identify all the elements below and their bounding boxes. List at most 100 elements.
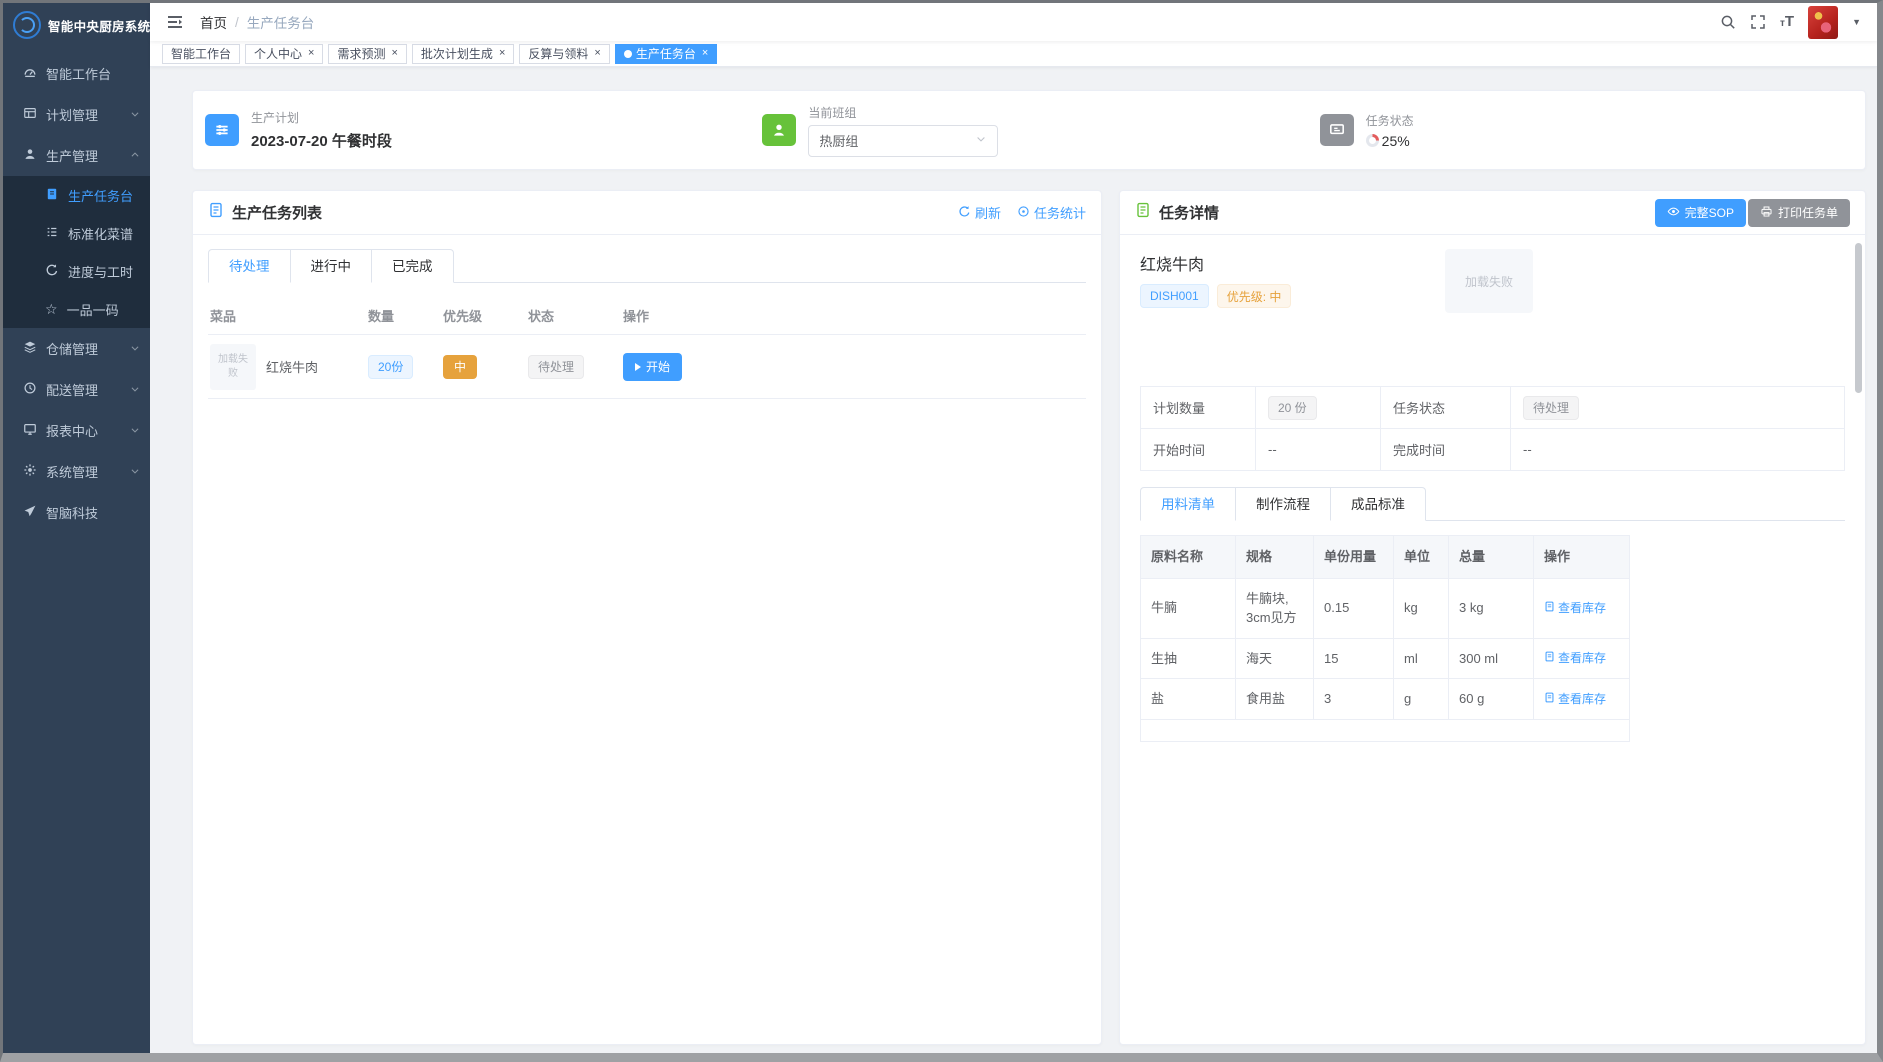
sidebar-item-system-management[interactable]: 系统管理	[3, 451, 150, 492]
task-status-tag: 待处理	[1523, 396, 1579, 420]
document-icon	[1544, 599, 1555, 617]
sidebar-item-smart-workbench[interactable]: 智能工作台	[3, 53, 150, 94]
close-icon[interactable]: ×	[391, 48, 397, 59]
tab-ingredients[interactable]: 用料清单	[1140, 487, 1236, 521]
table-row: 牛腩 牛腩块, 3cm见方 0.15 kg 3 kg 查看库存	[1141, 579, 1629, 639]
plan-label: 生产计划	[251, 109, 392, 126]
fullscreen-icon[interactable]	[1750, 14, 1766, 30]
font-size-icon[interactable]: тT	[1780, 14, 1794, 30]
ingredients-table: 原料名称 规格 单份用量 单位 总量 操作 牛腩 牛腩块, 3cm见方 0.15	[1140, 535, 1630, 742]
tab-in-progress[interactable]: 进行中	[291, 249, 373, 283]
tag-production-task-board[interactable]: 生产任务台 ×	[615, 44, 717, 64]
close-icon[interactable]: ×	[594, 48, 600, 59]
tab-process[interactable]: 制作流程	[1236, 487, 1331, 521]
tab-product-standard[interactable]: 成品标准	[1331, 487, 1426, 521]
detail-tabs: 用料清单 制作流程 成品标准	[1140, 487, 1845, 521]
print-task-button[interactable]: 打印任务单	[1748, 199, 1850, 227]
sidebar-item-delivery-management[interactable]: 配送管理	[3, 369, 150, 410]
team-select[interactable]: 热厨组	[808, 125, 998, 157]
plan-qty-tag: 20 份	[1268, 396, 1317, 420]
app-window: 智能中央厨房系统 智能工作台 计划管理 生产管理 生产任务台	[0, 0, 1883, 1062]
detail-image-placeholder: 加载失败	[1445, 249, 1533, 313]
task-detail-actions: 完整SOP 打印任务单	[1655, 199, 1850, 227]
tag-personal-center[interactable]: 个人中心 ×	[245, 44, 323, 64]
task-table-header: 菜品 数量 优先级 状态 操作	[208, 297, 1086, 335]
sidebar-item-one-item-one-code[interactable]: ☆ 一品一码	[3, 290, 150, 328]
view-stock-link[interactable]: 查看库存	[1544, 599, 1606, 617]
user-badge-icon	[762, 114, 796, 146]
refresh-button[interactable]: 刷新	[958, 203, 1001, 222]
sidebar-collapse-icon[interactable]	[166, 13, 184, 31]
sliders-icon	[205, 114, 239, 146]
ingredient-name: 盐	[1141, 679, 1236, 720]
breadcrumb-home[interactable]: 首页	[200, 12, 227, 32]
sidebar-item-label: 配送管理	[46, 380, 121, 399]
tag-back-calc[interactable]: 反算与领料 ×	[519, 44, 609, 64]
avatar[interactable]	[1808, 6, 1838, 39]
sidebar-item-label: 报表中心	[46, 421, 121, 440]
start-button[interactable]: 开始	[623, 353, 682, 381]
col-action: 操作	[623, 306, 738, 325]
ingredient-unit: ml	[1394, 639, 1449, 680]
sidebar-submenu-production: 生产任务台 标准化菜谱 进度与工时 ☆ 一品一码	[3, 176, 150, 328]
breadcrumb-current: 生产任务台	[247, 12, 315, 32]
tab-completed[interactable]: 已完成	[372, 249, 454, 283]
sidebar-item-label: 一品一码	[67, 300, 119, 319]
table-row: 盐 食用盐 3 g 60 g 查看库存	[1141, 679, 1629, 720]
clock-icon	[23, 381, 37, 398]
sidebar-item-warehouse-management[interactable]: 仓储管理	[3, 328, 150, 369]
action-cell: 查看库存	[1534, 579, 1629, 639]
task-detail-header: 任务详情 完整SOP 打印任务单	[1120, 191, 1865, 235]
sidebar-item-standard-recipes[interactable]: 标准化菜谱	[3, 214, 150, 252]
printer-icon	[1760, 205, 1773, 221]
task-table: 菜品 数量 优先级 状态 操作 加载失败 红烧牛肉	[208, 297, 1086, 399]
sidebar-item-label: 仓储管理	[46, 339, 121, 358]
start-label: 开始	[646, 358, 670, 375]
close-icon[interactable]: ×	[308, 48, 314, 59]
sidebar-item-production-task-board[interactable]: 生产任务台	[3, 176, 150, 214]
tag-batch-plan[interactable]: 批次计划生成 ×	[412, 44, 514, 64]
tag-demand-forecast[interactable]: 需求预测 ×	[328, 44, 406, 64]
ingredient-total: 3 kg	[1449, 579, 1534, 639]
sidebar-item-production-management[interactable]: 生产管理	[3, 135, 150, 176]
overview-team: 当前班组 热厨组	[750, 91, 1307, 169]
scrollbar-thumb[interactable]	[1855, 243, 1862, 393]
table-footer-empty	[1141, 720, 1629, 742]
tag-label: 生产任务台	[636, 45, 696, 62]
task-stats-button[interactable]: 任务统计	[1017, 203, 1086, 222]
status-tag: 待处理	[528, 355, 584, 379]
user-icon	[23, 147, 37, 164]
tab-pending[interactable]: 待处理	[208, 249, 291, 283]
plan-qty-label: 计划数量	[1141, 387, 1256, 429]
sidebar-item-label: 计划管理	[46, 105, 121, 124]
col-unit: 单位	[1394, 536, 1449, 579]
refresh-icon	[45, 263, 59, 280]
col-spec: 规格	[1236, 536, 1314, 579]
app-logo-icon	[13, 11, 41, 39]
sidebar: 智能中央厨房系统 智能工作台 计划管理 生产管理 生产任务台	[3, 3, 150, 1053]
sidebar-item-zhinao-tech[interactable]: 智脑科技	[3, 492, 150, 533]
table-row[interactable]: 加载失败 红烧牛肉 20份 中 待处理	[208, 335, 1086, 399]
close-icon[interactable]: ×	[499, 48, 505, 59]
tag-label: 智能工作台	[171, 45, 231, 62]
sidebar-item-label: 标准化菜谱	[68, 224, 133, 243]
ingredient-total: 60 g	[1449, 679, 1534, 720]
sidebar-item-report-center[interactable]: 报表中心	[3, 410, 150, 451]
view-stock-link[interactable]: 查看库存	[1544, 690, 1606, 708]
task-list-tabs: 待处理 进行中 已完成	[208, 249, 1086, 283]
caret-down-icon[interactable]: ▼	[1852, 17, 1861, 27]
dish-image-placeholder: 加载失败	[210, 344, 256, 390]
breadcrumb: 首页 / 生产任务台	[200, 12, 314, 32]
close-icon[interactable]: ×	[702, 48, 708, 59]
chevron-down-icon	[975, 133, 987, 148]
full-sop-button[interactable]: 完整SOP	[1655, 199, 1746, 227]
search-icon[interactable]	[1720, 14, 1736, 30]
sidebar-item-progress-hours[interactable]: 进度与工时	[3, 252, 150, 290]
view-stock-link[interactable]: 查看库存	[1544, 649, 1606, 667]
tag-smart-workbench[interactable]: 智能工作台	[162, 44, 240, 64]
col-priority: 优先级	[443, 306, 528, 325]
topbar-actions: тT ▼	[1720, 6, 1861, 39]
qty-cell: 20份	[368, 355, 443, 379]
chevron-down-icon	[130, 107, 140, 122]
sidebar-item-plan-management[interactable]: 计划管理	[3, 94, 150, 135]
